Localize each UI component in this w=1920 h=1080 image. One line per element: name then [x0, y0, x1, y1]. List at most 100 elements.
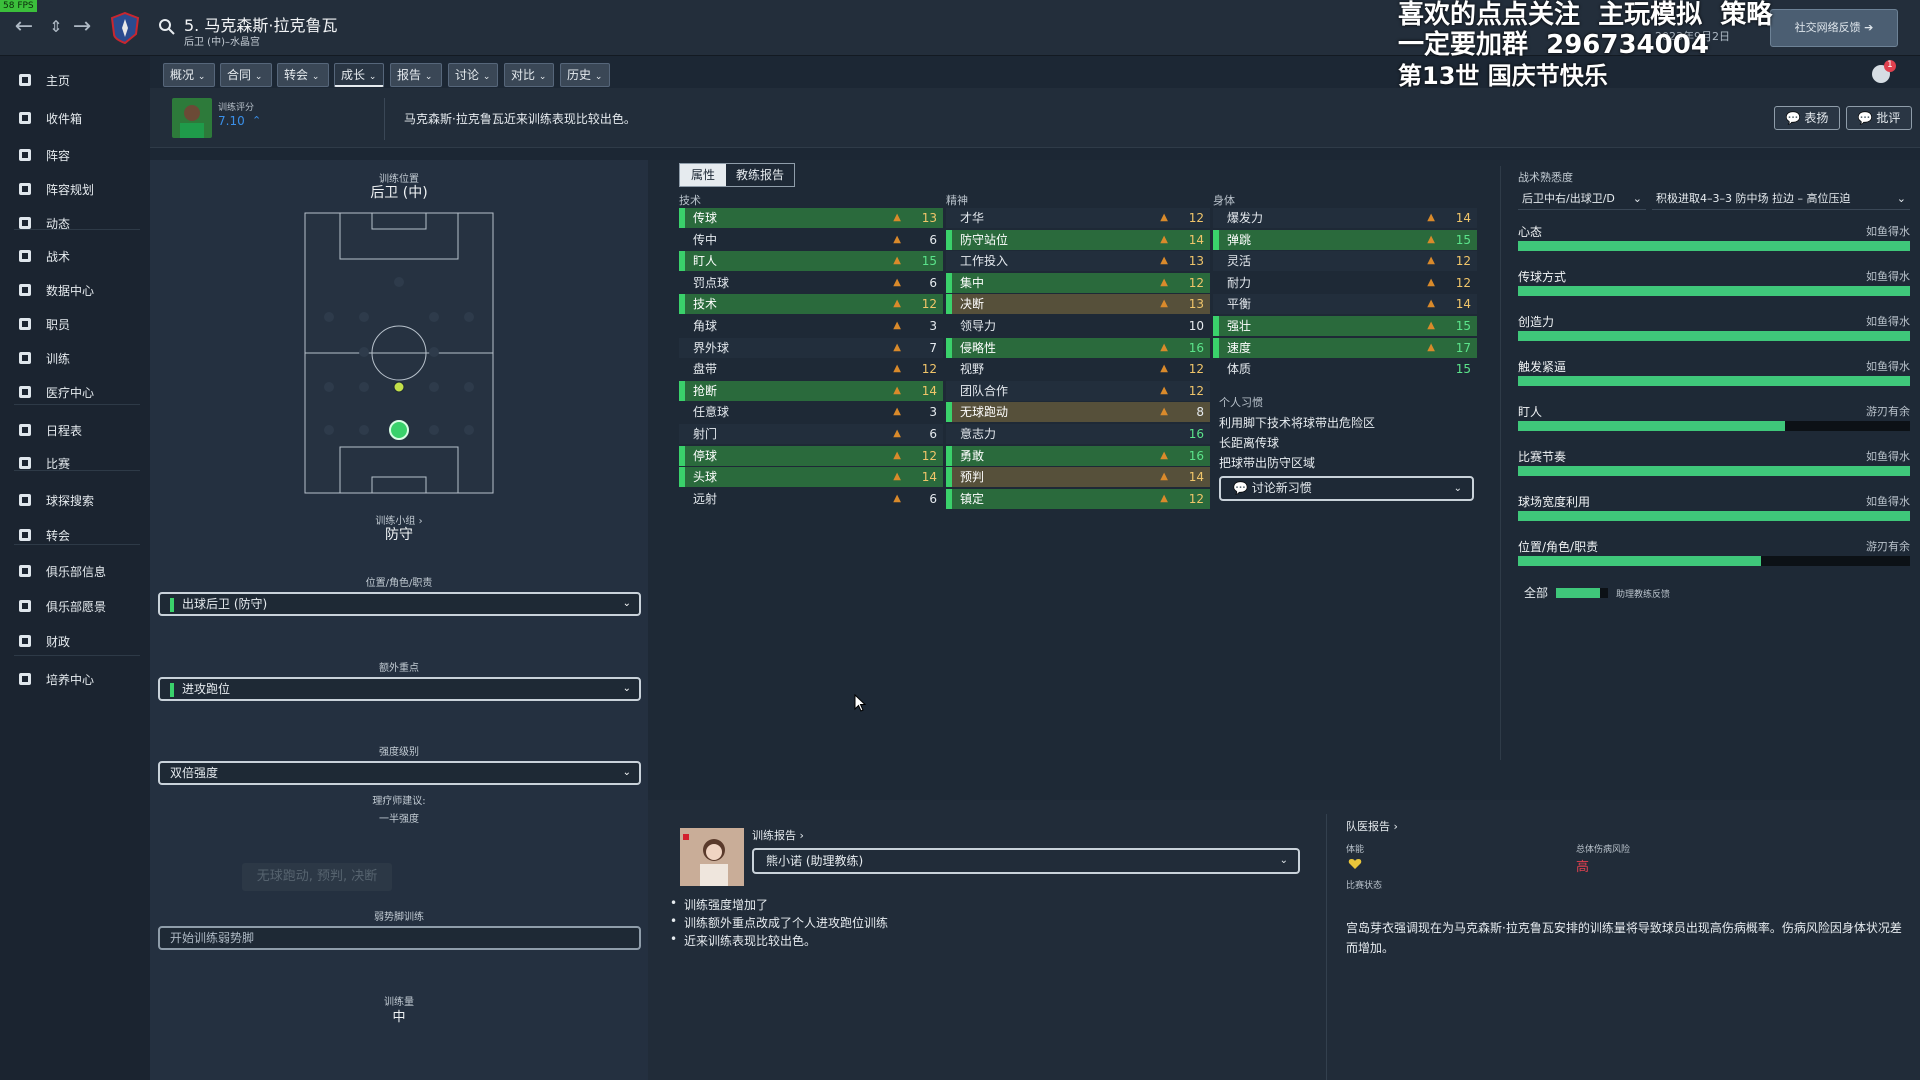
coach-select-dropdown[interactable]: 熊小诺 (助理教练) ⌄ — [752, 848, 1300, 874]
weak-foot-button[interactable]: 开始训练弱势脚 — [158, 926, 641, 950]
attribute-row[interactable]: 勇敢 ▲ 16 — [946, 445, 1210, 466]
attribute-row[interactable]: 弹跳 ▲ 15 — [1213, 229, 1477, 250]
praise-button[interactable]: 💬 表扬 — [1774, 106, 1840, 130]
player-avatar[interactable] — [172, 98, 212, 138]
attribute-row[interactable]: 角球 ▲ 3 — [679, 316, 943, 336]
tab-6[interactable]: 对比 ⌄ — [504, 63, 554, 87]
tab-3[interactable]: 成长 ⌄ — [334, 63, 384, 87]
sidebar-item-trophy[interactable]: 比赛 — [0, 446, 150, 480]
attribute-row[interactable]: 视野 ▲ 12 — [946, 359, 1210, 380]
attribute-row[interactable]: 灵活 ▲ 12 — [1213, 251, 1477, 272]
attribute-row[interactable]: 技术 ▲ 12 — [679, 294, 943, 315]
familiarity-status: 如鱼得水 — [1866, 495, 1910, 508]
attribute-row[interactable]: 耐力 ▲ 12 — [1213, 272, 1477, 293]
attribute-row[interactable]: 集中 ▲ 12 — [946, 272, 1210, 293]
sidebar-item-shield[interactable]: 俱乐部信息 — [0, 554, 150, 588]
sidebar-item-scout[interactable]: 球探搜索 — [0, 483, 150, 517]
tactical-familiarity-panel — [1492, 160, 1920, 800]
sidebar-item-data[interactable]: 数据中心 — [0, 273, 150, 307]
attribute-row[interactable]: 任意球 ▲ 3 — [679, 402, 943, 423]
attribute-row[interactable]: 平衡 ▲ 14 — [1213, 294, 1477, 315]
attribute-row[interactable]: 防守站位 ▲ 14 — [946, 229, 1210, 250]
familiarity-status: 如鱼得水 — [1866, 315, 1910, 328]
social-feedback-button[interactable]: 社交网络反馈 ➔ — [1770, 9, 1898, 47]
position-role-dropdown[interactable]: 后卫中右/出球卫/D ⌄ — [1518, 188, 1646, 210]
attribute-row[interactable]: 盘带 ▲ 12 — [679, 359, 943, 380]
sidebar-item-inbox[interactable]: 收件箱 — [0, 101, 150, 135]
attribute-row[interactable]: 爆发力 ▲ 14 — [1213, 208, 1477, 228]
mouse-cursor-icon — [854, 694, 866, 712]
attribute-row[interactable]: 体质 15 — [1213, 359, 1477, 380]
attribute-row[interactable]: 才华 ▲ 12 — [946, 208, 1210, 228]
sidebar-item-tactics[interactable]: 战术 — [0, 239, 150, 273]
attribute-row[interactable]: 界外球 ▲ 7 — [679, 337, 943, 358]
sidebar-item-vision[interactable]: 俱乐部愿景 — [0, 589, 150, 623]
forward-arrow-icon[interactable]: → — [70, 12, 94, 42]
tab-coach-report[interactable]: 教练报告 — [726, 164, 794, 186]
sidebar-item-clipboard[interactable]: 阵容规划 — [0, 172, 150, 206]
attribute-row[interactable]: 工作投入 ▲ 13 — [946, 251, 1210, 272]
attribute-row[interactable]: 头球 ▲ 14 — [679, 467, 943, 488]
attribute-row[interactable]: 领导力 10 — [946, 316, 1210, 336]
training-arrow-icon: ▲ — [893, 276, 901, 288]
role-dropdown[interactable]: 出球后卫 (防守) ⌄ — [158, 592, 641, 616]
tab-1[interactable]: 合同 ⌄ — [220, 63, 272, 87]
tab-0[interactable]: 概况 ⌄ — [163, 63, 215, 87]
attribute-row[interactable]: 决断 ▲ 13 — [946, 294, 1210, 315]
extra-focus-dropdown[interactable]: 进攻跑位 ⌄ — [158, 677, 641, 701]
attribute-row[interactable]: 传球 ▲ 13 — [679, 208, 943, 228]
attribute-row[interactable]: 罚点球 ▲ 6 — [679, 272, 943, 293]
tab-7[interactable]: 历史 ⌄ — [560, 63, 610, 87]
attribute-row[interactable]: 团队合作 ▲ 12 — [946, 380, 1210, 401]
back-arrow-icon[interactable]: ← — [12, 12, 36, 42]
up-down-icon[interactable]: ⇕ — [44, 12, 68, 42]
medical-report-link[interactable]: 队医报告 › — [1346, 818, 1398, 834]
sidebar-item-dynamics[interactable]: 动态 — [0, 206, 150, 240]
tab-2[interactable]: 转会 ⌄ — [277, 63, 329, 87]
chevron-down-icon: ⌄ — [594, 72, 603, 82]
familiarity-bar-fill — [1518, 511, 1910, 521]
coach-avatar[interactable] — [680, 828, 744, 886]
search-icon[interactable] — [158, 18, 176, 36]
attribute-row[interactable]: 盯人 ▲ 15 — [679, 251, 943, 272]
sidebar-item-training[interactable]: 训练 — [0, 341, 150, 375]
sidebar-item-development[interactable]: 培养中心 — [0, 662, 150, 696]
attribute-row[interactable]: 预判 ▲ 14 — [946, 467, 1210, 488]
sidebar-item-home[interactable]: 主页 — [0, 63, 150, 97]
attribute-row[interactable]: 射门 ▲ 6 — [679, 424, 943, 444]
sidebar-item-staff[interactable]: 职员 — [0, 307, 150, 341]
attribute-row[interactable]: 传中 ▲ 6 — [679, 229, 943, 250]
sidebar-item-label: 俱乐部信息 — [46, 564, 107, 579]
sidebar-item-finance[interactable]: 财政 — [0, 624, 150, 658]
attribute-name: 团队合作 — [960, 383, 1009, 398]
familiarity-status: 如鱼得水 — [1866, 270, 1910, 283]
tab-attributes[interactable]: 属性 — [680, 164, 726, 186]
attribute-row[interactable]: 意志力 16 — [946, 424, 1210, 444]
inbox-icon — [16, 109, 34, 127]
tab-5[interactable]: 讨论 ⌄ — [448, 63, 498, 87]
training-report-link[interactable]: 训练报告 › — [752, 827, 804, 843]
attribute-row[interactable]: 停球 ▲ 12 — [679, 445, 943, 466]
attribute-name: 弹跳 — [1227, 232, 1252, 247]
sidebar-item-transfer[interactable]: 转会 — [0, 518, 150, 552]
tab-4[interactable]: 报告 ⌄ — [390, 63, 442, 87]
attribute-row[interactable]: 速度 ▲ 17 — [1213, 337, 1477, 358]
notifications-icon[interactable]: 1 — [1870, 60, 1896, 86]
attribute-row[interactable]: 镇定 ▲ 12 — [946, 488, 1210, 509]
attribute-row[interactable]: 无球跑动 ▲ 8 — [946, 402, 1210, 423]
attribute-row[interactable]: 侵略性 ▲ 16 — [946, 337, 1210, 358]
sidebar-item-shirt[interactable]: 阵容 — [0, 138, 150, 172]
sidebar-item-calendar[interactable]: 日程表 — [0, 413, 150, 447]
chevron-down-icon: ⌄ — [254, 72, 263, 82]
criticize-button[interactable]: 💬 批评 — [1846, 106, 1912, 130]
tactic-dropdown[interactable]: 积极进取4–3–3 防中场 拉边 – 高位压迫 ⌄ — [1652, 188, 1910, 210]
attribute-row[interactable]: 抢断 ▲ 14 — [679, 380, 943, 401]
pitch-position-map[interactable] — [304, 212, 494, 494]
sidebar-item-label: 数据中心 — [46, 283, 95, 298]
intensity-dropdown[interactable]: 双倍强度 ⌄ — [158, 761, 641, 785]
discuss-habit-dropdown[interactable]: 💬 讨论新习惯 ⌄ — [1219, 476, 1474, 501]
attribute-name: 领导力 — [960, 319, 997, 333]
attribute-row[interactable]: 远射 ▲ 6 — [679, 488, 943, 509]
training-arrow-icon: ▲ — [893, 255, 901, 267]
attribute-row[interactable]: 强壮 ▲ 15 — [1213, 316, 1477, 336]
